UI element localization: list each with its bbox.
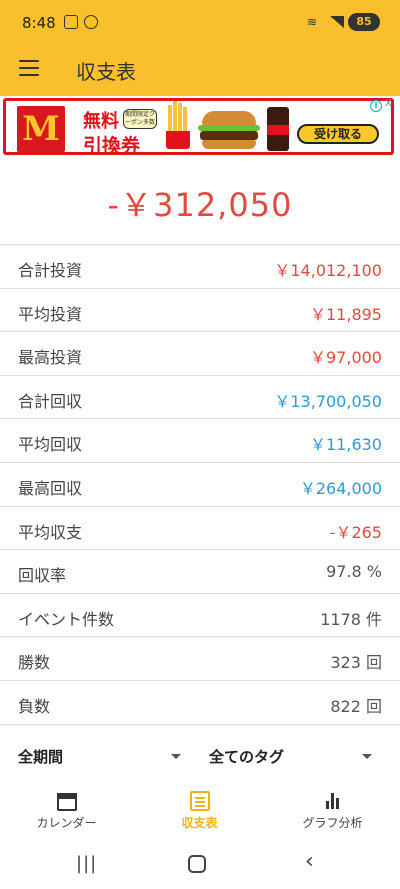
stat-row-return-rate: 回収率 97.8 %	[0, 550, 400, 594]
nav-label: 収支表	[181, 816, 218, 830]
stat-row-losses: 負数 822 回	[0, 681, 400, 725]
stat-label: 回収率	[18, 566, 67, 586]
stat-label: イベント件数	[18, 609, 115, 629]
stat-row-average-investment: 平均投資 ￥11,895	[0, 289, 400, 333]
stat-label: 合計回収	[18, 391, 83, 411]
stat-label: 平均投資	[18, 304, 83, 324]
notification-icon	[84, 15, 98, 29]
tag-dropdown[interactable]: 全てのタグ	[209, 746, 284, 767]
mcdonalds-logo: M	[22, 109, 60, 149]
stat-label: 負数	[18, 696, 51, 716]
stat-label: 最高回収	[18, 478, 83, 498]
stat-value: ￥11,895	[310, 304, 382, 324]
stat-label: 平均収支	[18, 522, 83, 542]
stat-label: 勝数	[18, 653, 51, 673]
stat-row-event-count: イベント件数 1178 件	[0, 594, 400, 638]
system-navigation-bar: ||| ‹	[0, 837, 400, 889]
nav-balance-sheet[interactable]: 収支表	[133, 780, 266, 837]
back-icon[interactable]: ‹	[305, 849, 314, 874]
stat-row-max-investment: 最高投資 ￥97,000	[0, 332, 400, 376]
ad-cta-button[interactable]: 受け取る	[297, 124, 379, 144]
nav-label: カレンダー	[36, 816, 97, 830]
list-icon	[189, 790, 211, 812]
burger-image	[198, 111, 260, 151]
home-icon[interactable]	[188, 855, 206, 873]
stat-row-average-balance: 平均収支 -￥265	[0, 507, 400, 551]
ad-close-icon[interactable]: X	[385, 98, 392, 109]
page-title: 収支表	[76, 60, 136, 84]
stat-row-wins: 勝数 323 回	[0, 637, 400, 681]
stat-value: 323 回	[330, 653, 382, 673]
stat-row-average-return: 平均回収 ￥11,630	[0, 419, 400, 463]
period-dropdown[interactable]: 全期間	[18, 746, 63, 767]
ad-badge: 期間限定クーポン多数	[123, 109, 157, 129]
bar-chart-icon	[322, 790, 344, 812]
ad-frame: M 無料 期間限定クーポン多数 引換券 受け取る	[3, 98, 394, 157]
stat-value: ￥14,012,100	[274, 261, 382, 280]
status-bar: 8:48 ≋ 85	[0, 0, 400, 44]
nav-graph-analysis[interactable]: グラフ分析	[266, 780, 399, 837]
stats-list: 合計投資 ￥14,012,100 平均投資 ￥11,895 最高投資 ￥97,0…	[0, 244, 400, 725]
stat-value: -￥265	[329, 522, 382, 542]
ad-banner[interactable]: M 無料 期間限定クーポン多数 引換券 受け取る i X	[0, 96, 400, 160]
hamburger-menu-icon[interactable]	[19, 60, 39, 76]
fries-image	[164, 101, 192, 149]
app-header: 8:48 ≋ 85 収支表	[0, 0, 400, 96]
battery-indicator: 85	[348, 13, 380, 31]
stat-value: 1178 件	[320, 609, 382, 629]
stat-value: ￥13,700,050	[274, 391, 382, 411]
stat-value: 97.8 %	[326, 562, 382, 582]
stat-label: 平均回収	[18, 435, 83, 455]
ad-headline-2: 引換券	[83, 135, 141, 157]
filter-bar: 全期間 全てのタグ	[0, 732, 400, 780]
chevron-down-icon[interactable]	[171, 754, 181, 759]
calendar-icon	[56, 790, 78, 812]
ad-info-icon[interactable]: i	[370, 100, 382, 112]
screenshot-icon	[64, 15, 78, 29]
stat-value: ￥11,630	[310, 435, 382, 455]
recent-apps-icon[interactable]: |||	[76, 853, 97, 874]
stat-row-max-return: 最高回収 ￥264,000	[0, 463, 400, 507]
chevron-down-icon[interactable]	[362, 754, 372, 759]
stat-label: 最高投資	[18, 348, 83, 368]
nav-calendar[interactable]: カレンダー	[0, 780, 133, 837]
stat-value: ￥97,000	[310, 348, 382, 368]
wifi-icon: ≋	[307, 15, 318, 29]
stat-row-total-return: 合計回収 ￥13,700,050	[0, 376, 400, 420]
bottom-navigation: カレンダー 収支表 グラフ分析	[0, 780, 400, 837]
ad-headline-1: 無料	[83, 111, 119, 132]
cola-image	[267, 107, 289, 151]
stat-row-total-investment: 合計投資 ￥14,012,100	[0, 245, 400, 289]
status-time: 8:48	[22, 14, 56, 32]
stat-value: 822 回	[330, 696, 382, 716]
signal-icon	[330, 16, 344, 28]
nav-label: グラフ分析	[302, 816, 363, 830]
stat-label: 合計投資	[18, 261, 83, 280]
total-balance: -￥312,050	[107, 186, 293, 224]
stat-value: ￥264,000	[299, 478, 382, 498]
